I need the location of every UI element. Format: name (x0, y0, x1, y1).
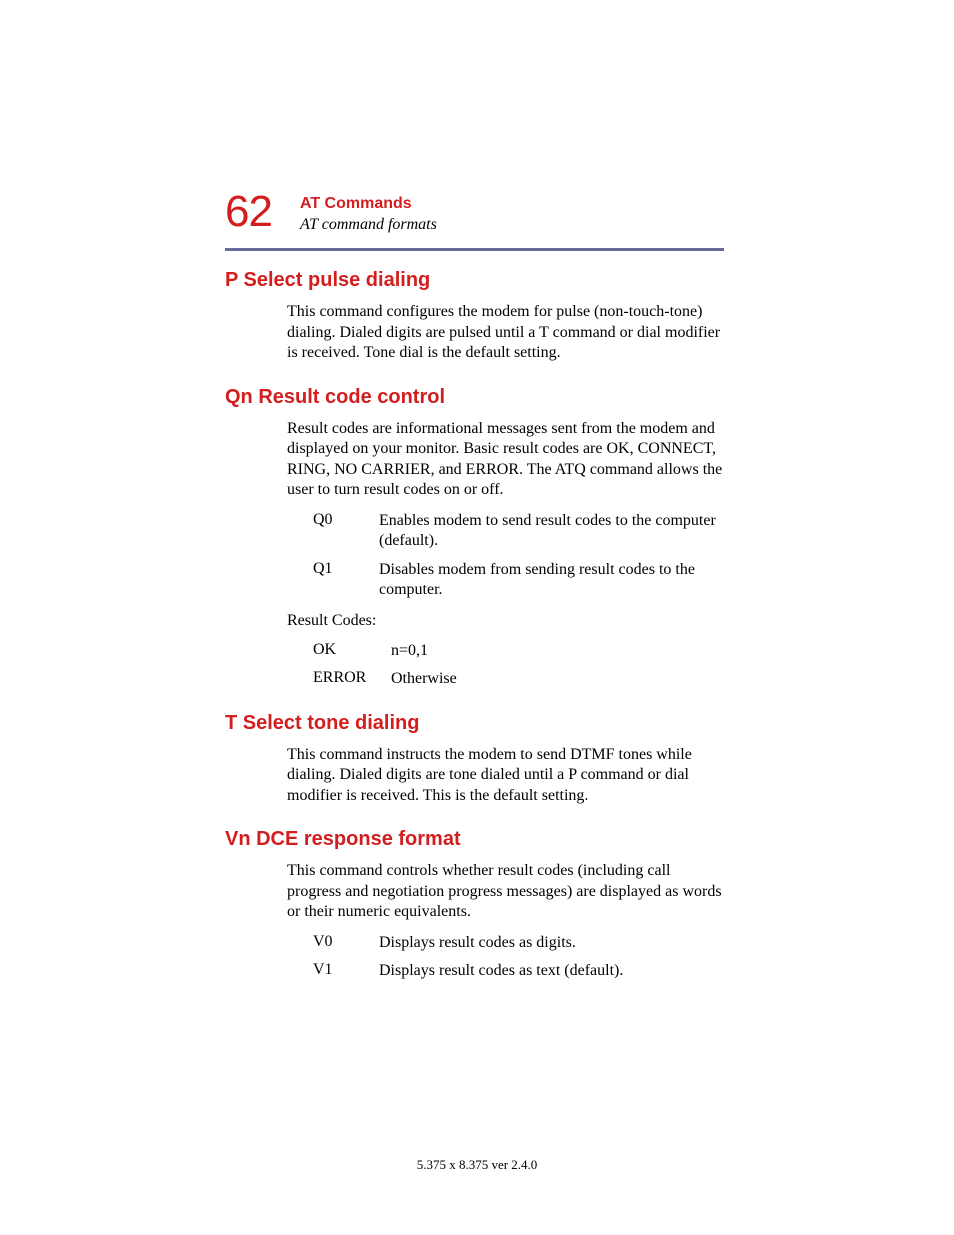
list-item: Q0 Enables modem to send result codes to… (313, 511, 724, 552)
result-codes-list: OK n=0,1 ERROR Otherwise (287, 641, 724, 690)
list-item: OK n=0,1 (313, 641, 724, 661)
result-code-desc: Otherwise (391, 669, 724, 689)
option-desc: Disables modem from sending result codes… (379, 560, 724, 601)
option-term: V1 (313, 961, 379, 981)
page-footer: 5.375 x 8.375 ver 2.4.0 (0, 1157, 954, 1173)
header-rule (225, 248, 724, 251)
list-item: V0 Displays result codes as digits. (313, 933, 724, 953)
option-term: V0 (313, 933, 379, 953)
result-code-desc: n=0,1 (391, 641, 724, 661)
chapter-title: AT Commands (300, 194, 437, 213)
list-item: Q1 Disables modem from sending result co… (313, 560, 724, 601)
body-text: This command instructs the modem to send… (287, 745, 724, 806)
list-item: V1 Displays result codes as text (defaul… (313, 961, 724, 981)
result-code-term: ERROR (313, 669, 391, 689)
body-text: This command configures the modem for pu… (287, 302, 724, 363)
body-text: This command controls whether result cod… (287, 861, 724, 922)
section-body-t-select: This command instructs the modem to send… (287, 745, 724, 806)
option-term: Q1 (313, 560, 379, 601)
chapter-subtitle: AT command formats (300, 215, 437, 234)
option-term: Q0 (313, 511, 379, 552)
list-item: ERROR Otherwise (313, 669, 724, 689)
header-titles: AT Commands AT command formats (300, 190, 437, 234)
option-desc: Displays result codes as text (default). (379, 961, 724, 981)
section-body-p-select: This command configures the modem for pu… (287, 302, 724, 363)
section-heading-t-select: T Select tone dialing (225, 712, 724, 735)
result-codes-label: Result Codes: (287, 611, 724, 631)
section-body-qn-result: Result codes are informational messages … (287, 419, 724, 690)
section-heading-p-select: P Select pulse dialing (225, 269, 724, 292)
result-code-term: OK (313, 641, 391, 661)
page-header: 62 AT Commands AT command formats (225, 190, 724, 234)
section-body-vn-dce: This command controls whether result cod… (287, 861, 724, 981)
option-desc: Displays result codes as digits. (379, 933, 724, 953)
vn-options-list: V0 Displays result codes as digits. V1 D… (287, 933, 724, 982)
qn-options-list: Q0 Enables modem to send result codes to… (287, 511, 724, 601)
section-heading-qn-result: Qn Result code control (225, 386, 724, 409)
option-desc: Enables modem to send result codes to th… (379, 511, 724, 552)
section-heading-vn-dce: Vn DCE response format (225, 828, 724, 851)
page-number: 62 (225, 190, 272, 234)
body-text: Result codes are informational messages … (287, 419, 724, 501)
document-page: 62 AT Commands AT command formats P Sele… (0, 0, 954, 1235)
